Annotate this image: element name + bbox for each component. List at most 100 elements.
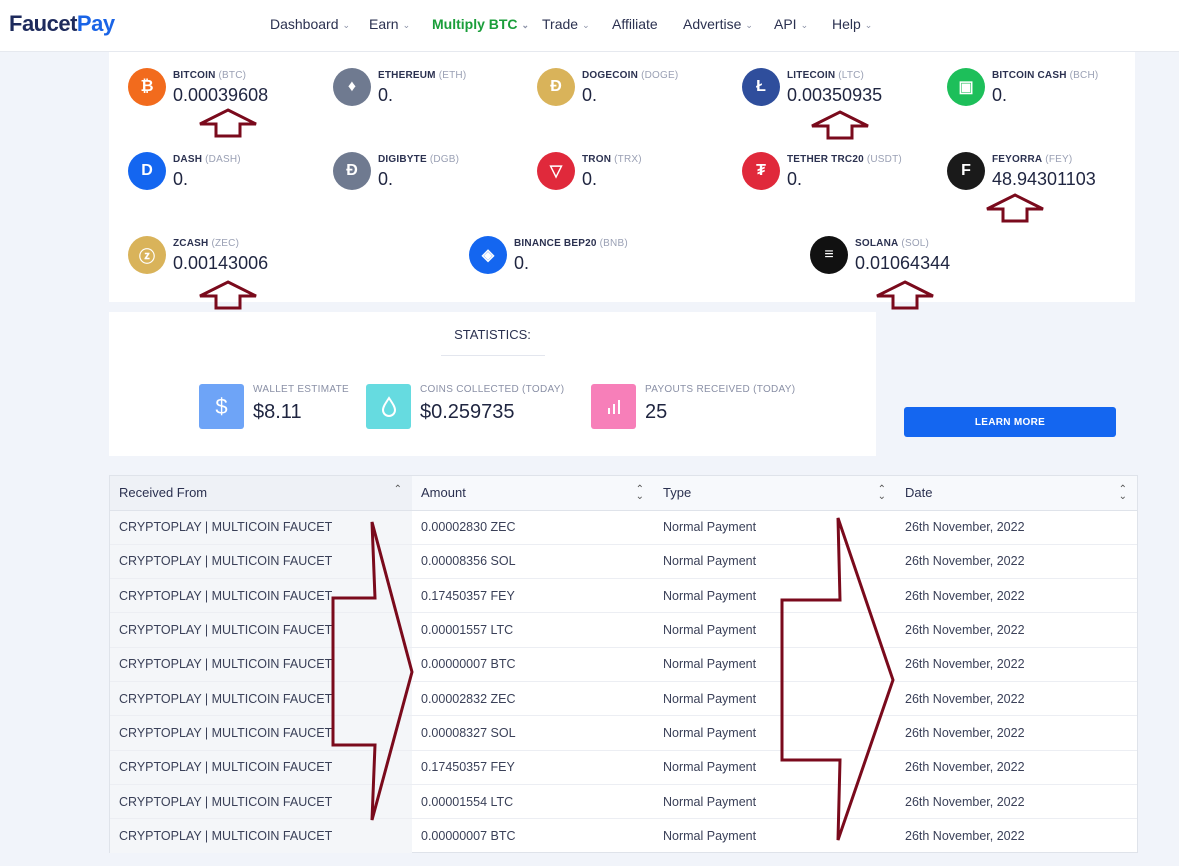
dash-icon: D (128, 152, 166, 190)
stat-label: WALLET ESTIMATE (253, 384, 349, 395)
dogecoin-icon: Ð (537, 68, 575, 106)
sort-icon: ⌃ ⌄ (1118, 484, 1127, 502)
statistics-divider (441, 355, 545, 356)
coin-name: ZCASH (ZEC) (173, 238, 240, 249)
coin-name: TETHER TRC20 (USDT) (787, 154, 902, 165)
coin-value: 0. (173, 169, 189, 189)
tron-icon: ▽ (537, 152, 575, 190)
dollar-icon: $ (199, 384, 244, 429)
coin-name: ETHEREUM (ETH) (378, 70, 467, 81)
stat-label: PAYOUTS RECEIVED (TODAY) (645, 384, 796, 395)
coin-value: 0. (514, 253, 530, 273)
coin-name: SOLANA (SOL) (855, 238, 930, 249)
table-row: CRYPTOPLAY | MULTICOIN FAUCET 0.00000007 … (110, 647, 1137, 682)
nav-item-earn[interactable]: Earn ⌄ (369, 16, 410, 32)
column-header-date[interactable]: Date ⌃ ⌄ (896, 476, 1137, 511)
chevron-down-icon: ⌄ (582, 20, 590, 30)
bar-chart-icon (591, 384, 636, 429)
coin-balances-panel: ₿ BITCOIN (BTC) 0.00039608 ♦ ETHEREUM (ETH) 0. Ð… (109, 52, 1135, 302)
coin-name: DIGIBYTE (DGB) (378, 154, 460, 165)
feyorra-icon: F (947, 152, 985, 190)
digibyte-icon: Đ (333, 152, 371, 190)
nav-item-advertise[interactable]: Advertise ⌄ (683, 16, 753, 32)
payments-table: Received From ⌃ Amount ⌃ ⌄ Type ⌃ ⌄ Date ⌃ ⌄ CRYPT… (109, 475, 1138, 853)
table-cell: Normal Payment (654, 510, 896, 545)
table-cell: Normal Payment (654, 681, 896, 717)
nav-item-help[interactable]: Help ⌄ (832, 16, 872, 32)
ethereum-icon: ♦ (333, 68, 371, 106)
table-cell: CRYPTOPLAY | MULTICOIN FAUCET (110, 578, 412, 614)
table-cell: Normal Payment (654, 544, 896, 580)
table-cell: 26th November, 2022 (896, 647, 1137, 682)
table-cell: CRYPTOPLAY | MULTICOIN FAUCET (110, 818, 412, 853)
nav-item-dashboard[interactable]: Dashboard ⌄ (270, 16, 350, 32)
zcash-icon: ⓩ (128, 236, 166, 274)
chevron-down-icon: ⌄ (521, 20, 530, 30)
coin-value: 0.00350935 (787, 85, 883, 105)
statistics-title: STATISTICS: (454, 327, 531, 342)
coin-name: TRON (TRX) (582, 154, 642, 165)
stat-value: 25 (645, 401, 668, 423)
chevron-down-icon: ⌄ (864, 20, 873, 30)
table-cell: 0.00002830 ZEC (412, 510, 654, 545)
tether-icon: ₮ (742, 152, 780, 190)
table-cell: 0.17450357 FEY (412, 578, 654, 614)
table-cell: 0.00000007 BTC (412, 647, 654, 682)
sort-icon: ⌃ ⌄ (877, 484, 886, 502)
stat-value: $8.11 (253, 401, 302, 423)
coin-value: 0. (992, 85, 1008, 105)
table-row: CRYPTOPLAY | MULTICOIN FAUCET 0.00001557 … (110, 612, 1137, 648)
table-cell: 26th November, 2022 (905, 829, 1025, 844)
nav-item-affiliate[interactable]: Affiliate (612, 16, 658, 32)
table-cell: 0.17450357 FEY (412, 750, 654, 785)
drop-icon (366, 384, 411, 429)
coin-value: 48.94301103 (992, 169, 1096, 189)
table-row: CRYPTOPLAY | MULTICOIN FAUCET 0.00002832 … (110, 681, 1137, 717)
binance-icon: ◈ (469, 236, 507, 274)
bitcoin-cash-icon: ▣ (947, 68, 985, 106)
chevron-down-icon: ⌄ (402, 20, 411, 30)
faucetpay-logo[interactable]: FaucetPay (9, 11, 115, 37)
table-row: CRYPTOPLAY | MULTICOIN FAUCET 0.17450357 … (110, 750, 1137, 785)
table-cell: 26th November, 2022 (896, 612, 1137, 648)
table-cell: CRYPTOPLAY | MULTICOIN FAUCET (110, 784, 412, 820)
table-cell: Normal Payment (654, 578, 896, 614)
coin-name: LITECOIN (LTC) (787, 70, 865, 81)
column-header-type[interactable]: Type ⌃ ⌄ (654, 476, 896, 511)
top-navbar: FaucetPay Dashboard ⌄ Earn ⌄ Multiply BTC ⌄ Tr… (0, 0, 1179, 52)
solana-icon: ≡ (810, 236, 848, 274)
nav-item-trade[interactable]: Trade ⌄ (542, 16, 590, 32)
table-cell: 0.00000007 BTC (421, 829, 516, 844)
table-cell: 0.00001554 LTC (412, 784, 654, 820)
table-cell: CRYPTOPLAY | MULTICOIN FAUCET (110, 544, 412, 580)
table-cell: CRYPTOPLAY | MULTICOIN FAUCET (110, 612, 412, 648)
table-row: CRYPTOPLAY | MULTICOIN FAUCET 0.00008327 … (110, 715, 1137, 751)
table-cell: 26th November, 2022 (896, 681, 1137, 717)
table-cell: CRYPTOPLAY | MULTICOIN FAUCET (110, 647, 412, 682)
table-row: CRYPTOPLAY | MULTICOIN FAUCET 0.00002830 … (110, 510, 1137, 545)
table-cell: 26th November, 2022 (896, 784, 1137, 820)
coin-value: 0. (582, 85, 598, 105)
coin-value: 0. (787, 169, 803, 189)
statistics-panel: STATISTICS: $ WALLET ESTIMATE $8.11 COINS C… (109, 312, 876, 456)
stat-label: COINS COLLECTED (TODAY) (420, 384, 565, 395)
table-cell: 26th November, 2022 (896, 750, 1137, 785)
table-cell: Normal Payment (663, 829, 757, 844)
column-header-amount[interactable]: Amount ⌃ ⌄ (412, 476, 654, 511)
table-cell: 0.00008327 SOL (412, 715, 654, 751)
column-header-received-from[interactable]: Received From ⌃ (110, 476, 412, 511)
table-cell: 0.00002832 ZEC (412, 681, 654, 717)
coin-name: BITCOIN CASH (BCH) (992, 70, 1099, 81)
table-cell: CRYPTOPLAY | MULTICOIN FAUCET (110, 715, 412, 751)
chevron-down-icon: ⌄ (745, 20, 753, 30)
chevron-down-icon: ⌄ (800, 20, 809, 30)
nav-item-api[interactable]: API ⌄ (774, 16, 808, 32)
nav-item-multiply-btc[interactable]: Multiply BTC ⌄ (432, 16, 529, 32)
table-cell: Normal Payment (654, 750, 896, 785)
sort-asc-icon: ⌃ (393, 484, 402, 495)
table-cell: Normal Payment (654, 612, 896, 648)
learn-more-button[interactable]: LEARN MORE (904, 407, 1116, 437)
table-cell: 26th November, 2022 (896, 510, 1137, 545)
coin-name: DOGECOIN (DOGE) (582, 70, 679, 81)
coin-name: BINANCE BEP20 (BNB) (514, 238, 628, 249)
